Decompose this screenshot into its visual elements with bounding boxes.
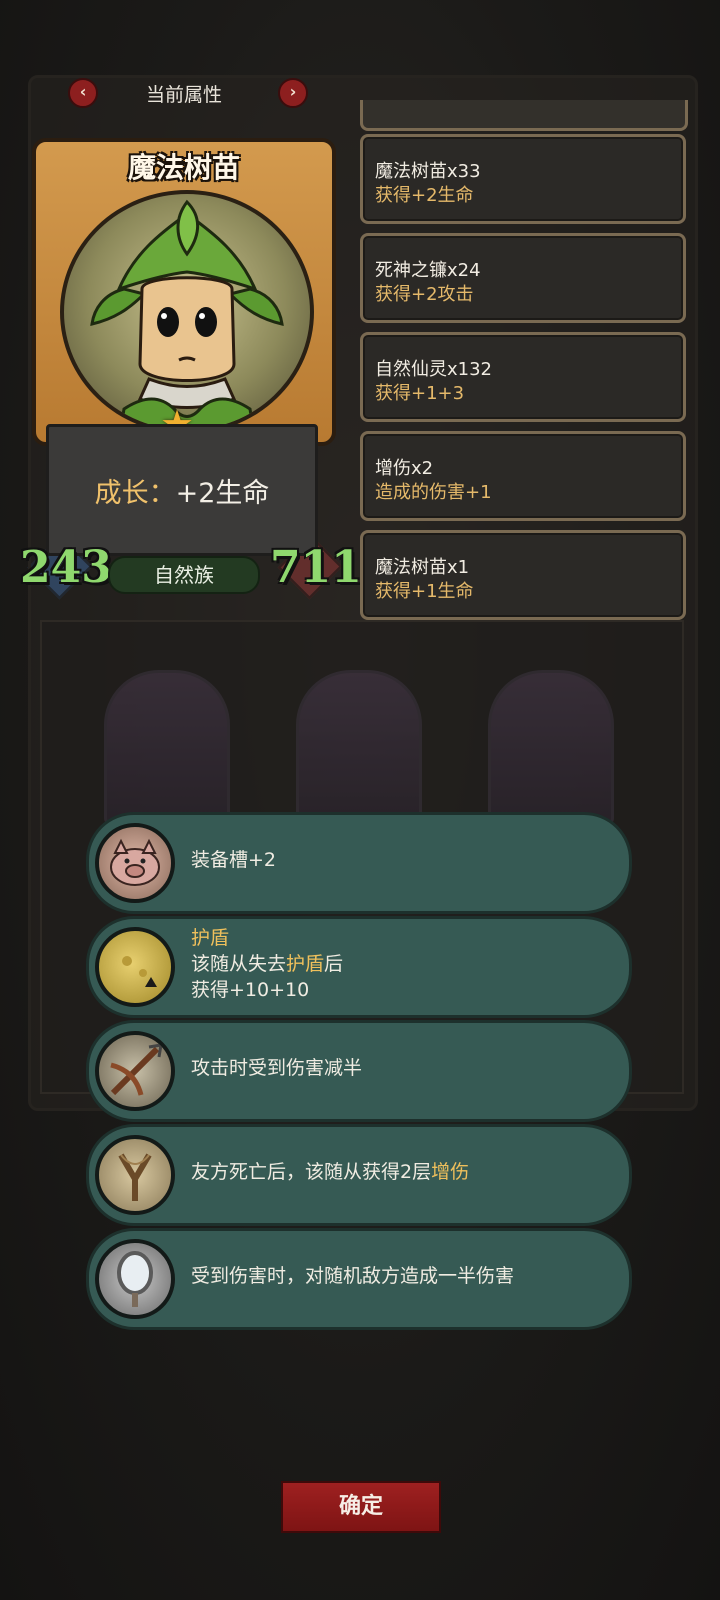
ability-description: 友方死亡后，该随从获得2层增伤	[191, 1161, 470, 1183]
bonus-desc: 造成的伤害+1	[375, 482, 492, 503]
ability-description: 受到伤害时，对随机敌方造成一半伤害	[191, 1265, 515, 1287]
bonus-desc: 获得+2攻击	[375, 284, 474, 305]
ability-row: 受到伤害时，对随机敌方造成一半伤害	[86, 1228, 632, 1330]
bonus-item: 自然仙灵x132 获得+1+3	[360, 332, 686, 422]
ability-description: 该随从失去护盾后	[191, 953, 344, 975]
background-card	[296, 670, 422, 826]
bonus-item: 魔法树苗x1 获得+1生命	[360, 530, 686, 620]
bonus-item: 增伤x2 造成的伤害+1	[360, 431, 686, 521]
mirror-icon	[95, 1239, 175, 1319]
ability-text: 友方死亡后，该随从获得2层增伤	[191, 1127, 571, 1217]
background-card	[104, 670, 230, 826]
bonus-item-partial	[360, 100, 688, 131]
attribute-header: ‹ 当前属性 ›	[66, 74, 308, 114]
attack-value: 243	[20, 542, 112, 593]
moon-icon	[95, 927, 175, 1007]
ability-row: 友方死亡后，该随从获得2层增伤	[86, 1124, 632, 1226]
hero-card-frame: 魔法树苗	[32, 138, 336, 446]
confirm-button[interactable]: 确定	[281, 1481, 441, 1533]
next-arrow-button[interactable]: ›	[278, 78, 308, 108]
ability-row: 护盾 该随从失去护盾后 获得+10+10	[86, 916, 632, 1018]
crossbow-icon	[95, 1031, 175, 1111]
bonus-desc: 获得+1生命	[375, 581, 474, 602]
sapling-portrait	[60, 190, 314, 434]
bonus-title: 死神之镰x24	[375, 260, 481, 281]
bonus-desc: 获得+1+3	[375, 383, 465, 404]
hero-name: 魔法树苗	[127, 151, 240, 184]
ability-description: 攻击时受到伤害减半	[191, 1057, 363, 1079]
ability-text: 受到伤害时，对随机敌方造成一半伤害	[191, 1231, 571, 1321]
bonus-title: 自然仙灵x132	[375, 359, 493, 380]
growth-label: 成长：	[94, 478, 176, 509]
growth-box: 成长：+2生命	[46, 424, 318, 556]
background-card	[488, 670, 614, 826]
page-title: 当前属性	[145, 84, 222, 106]
ability-description: 装备槽+2	[191, 849, 277, 871]
slingshot-icon	[95, 1135, 175, 1215]
growth-text: 成长：+2生命	[49, 471, 315, 510]
ability-description: 获得+10+10	[191, 979, 310, 1001]
ability-row: 攻击时受到伤害减半	[86, 1020, 632, 1122]
hero-card: 魔法树苗 ★ 成长：+2生命 243	[20, 138, 362, 608]
ability-row: 装备槽+2	[86, 812, 632, 914]
health-value: 711	[270, 542, 362, 593]
bonus-item: 魔法树苗x33 获得+2生命	[360, 134, 686, 224]
ability-text: 攻击时受到伤害减半	[191, 1023, 571, 1113]
pig-icon	[95, 823, 175, 903]
ability-text: 装备槽+2	[191, 815, 571, 905]
bonus-desc: 获得+2生命	[375, 185, 474, 206]
bonus-title: 增伤x2	[375, 458, 434, 479]
ability-title: 护盾	[191, 927, 230, 949]
bonus-title: 魔法树苗x33	[375, 161, 481, 182]
bonus-item: 死神之镰x24 获得+2攻击	[360, 233, 686, 323]
ability-text: 护盾 该随从失去护盾后 获得+10+10	[191, 919, 571, 1009]
tribe-badge: 自然族	[108, 556, 260, 594]
growth-value: +2生命	[175, 478, 270, 509]
bonus-title: 魔法树苗x1	[375, 557, 470, 578]
sapling-character-icon	[90, 199, 284, 430]
